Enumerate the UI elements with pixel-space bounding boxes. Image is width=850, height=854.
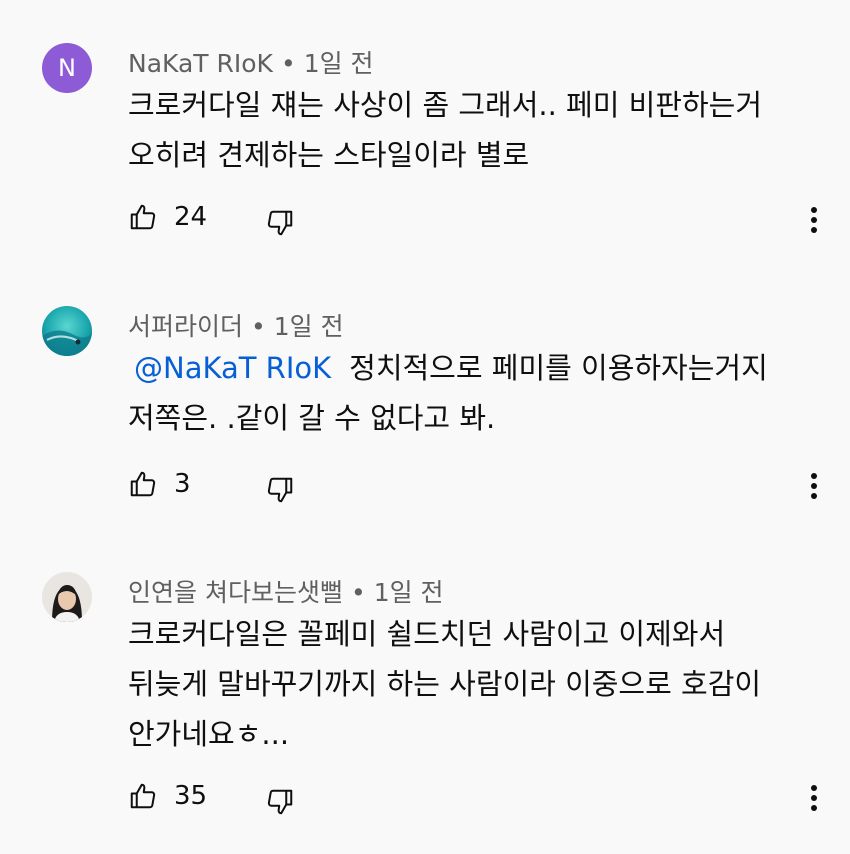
like-button[interactable]: 35 [128,781,207,811]
comment-line: @NaKaT RIoK 정치적으로 페미를 이용하자는거지 [128,343,828,393]
avatar[interactable]: N [42,43,92,93]
comment-line: 뒤늦게 말바꾸기까지 하는 사람이라 이중으로 호감이 [128,667,762,701]
dislike-button[interactable] [265,475,295,505]
avatar[interactable] [42,572,92,622]
comment-line: 크로커다일은 꼴페미 쉴드치던 사람이고 이제와서 [128,617,726,651]
comment-line: 안가네요ㅎ... [128,717,290,751]
comment-line: 저쪽은. .같이 갈 수 없다고 봐. [128,401,496,435]
author-name[interactable]: 인연을 쳐다보는샛뻘 [128,578,343,607]
meta-separator: • [350,578,366,607]
dislike-button[interactable] [265,208,295,238]
comment-time: 1일 전 [273,312,344,341]
more-vertical-icon [810,205,818,235]
comment-meta: 서퍼라이더 • 1일 전 [128,307,344,343]
more-options-button[interactable] [804,200,824,240]
more-vertical-icon [810,471,818,501]
comment-text: 크로커다일 쟤는 사상이 좀 그래서.. 페미 비판하는거 오히려 견제하는 스… [128,80,828,180]
comment-time: 1일 전 [373,578,444,607]
comment-line-text: 정치적으로 페미를 이용하자는거지 [349,351,768,385]
like-button[interactable]: 24 [128,202,207,232]
thumbs-down-icon [265,787,295,817]
author-name[interactable]: 서퍼라이더 [128,312,243,341]
comment-text: 크로커다일은 꼴페미 쉴드치던 사람이고 이제와서 뒤늦게 말바꾸기까지 하는 … [128,609,828,759]
ocean-wave-photo [42,306,92,356]
comment-time: 1일 전 [303,49,374,78]
meta-separator: • [251,312,266,341]
mention-link[interactable]: @NaKaT RIoK [134,351,331,385]
comment-text: @NaKaT RIoK 정치적으로 페미를 이용하자는거지 저쪽은. .같이 갈 … [128,343,828,443]
thumbs-up-icon [128,781,158,811]
person-photo [42,572,92,622]
meta-separator: • [280,49,296,78]
avatar[interactable] [42,306,92,356]
comment-line: 크로커다일 쟤는 사상이 좀 그래서.. 페미 비판하는거 [128,88,763,122]
comment-line: 오히려 견제하는 스타일이라 별로 [128,138,530,172]
dislike-button[interactable] [265,787,295,817]
author-name[interactable]: NaKaT RIoK [128,49,273,78]
like-button[interactable]: 3 [128,469,191,499]
thumbs-up-icon [128,202,158,232]
more-vertical-icon [810,783,818,813]
thumbs-down-icon [265,475,295,505]
comment-meta: 인연을 쳐다보는샛뻘 • 1일 전 [128,573,444,609]
like-count: 24 [174,202,208,232]
like-count: 35 [174,781,208,811]
thumbs-up-icon [128,469,158,499]
like-count: 3 [174,469,191,499]
thumbs-down-icon [265,208,295,238]
comment-meta: NaKaT RIoK • 1일 전 [128,44,374,80]
more-options-button[interactable] [804,466,824,506]
more-options-button[interactable] [804,778,824,818]
